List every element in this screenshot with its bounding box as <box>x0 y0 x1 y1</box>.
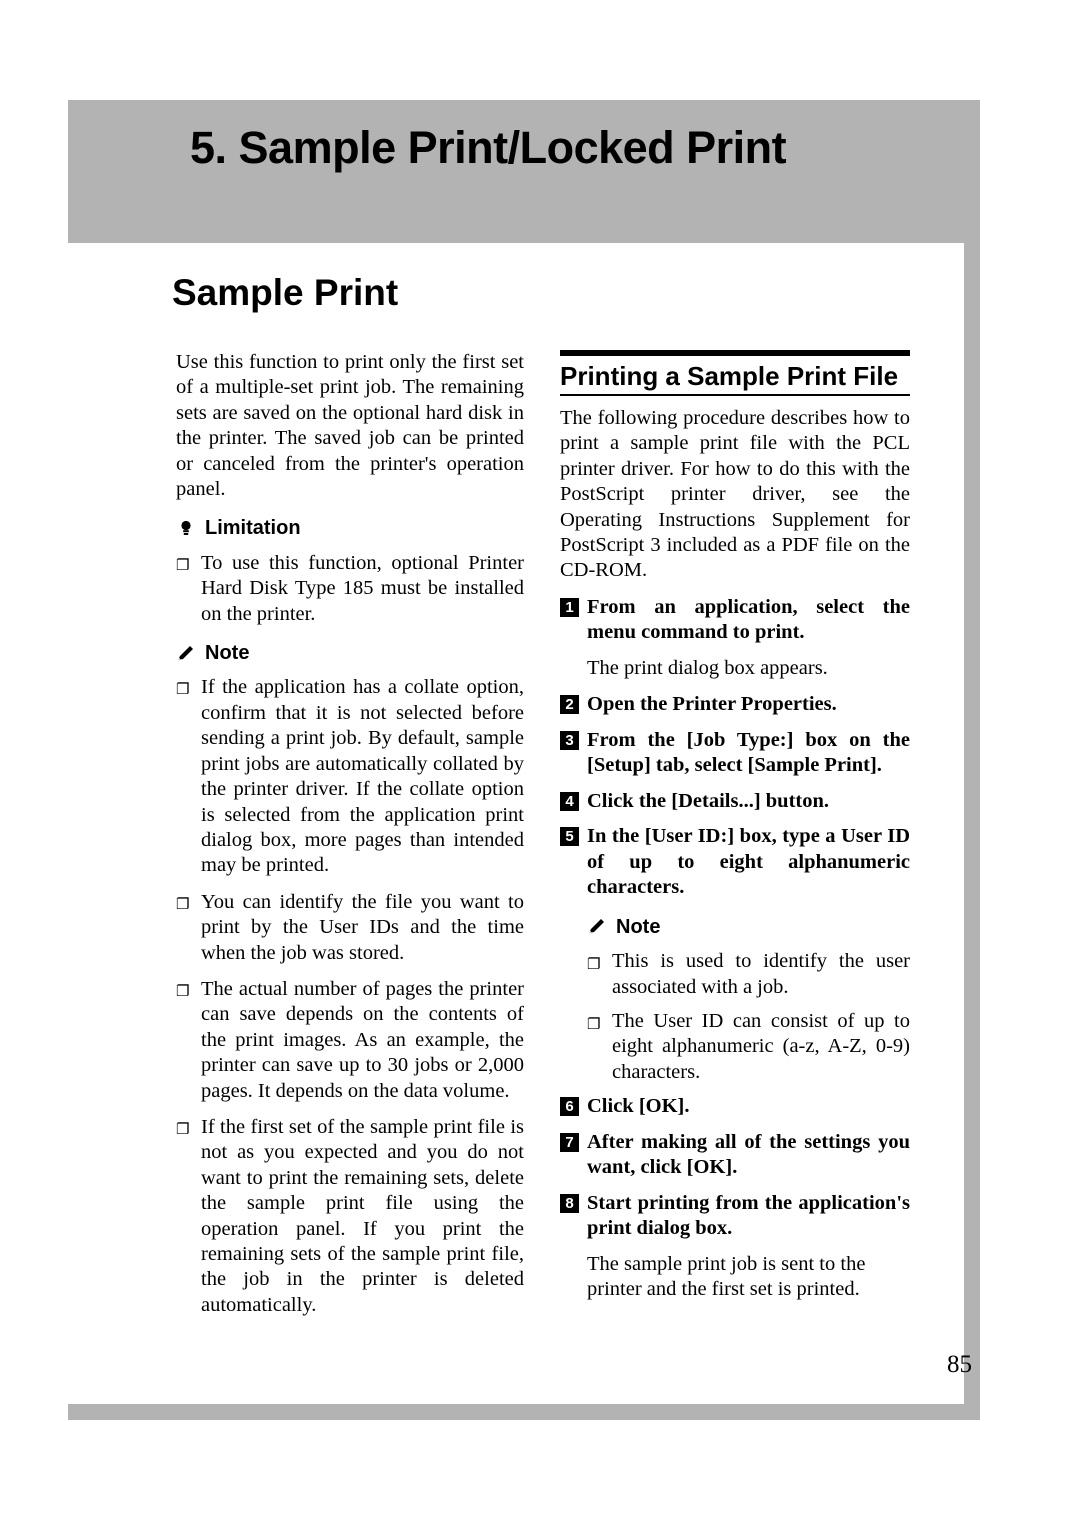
note-item-text: If the application has a collate option,… <box>201 676 524 877</box>
heading-rule-bottom <box>560 394 910 396</box>
bullet-square-icon: ❐ <box>176 981 190 1000</box>
step-result-text: The print dialog box appears. <box>587 656 828 679</box>
step-number: 3 <box>560 730 579 750</box>
bullet-square-icon: ❐ <box>587 955 601 974</box>
pencil-icon <box>176 644 196 664</box>
note-item: ❐ This is used to identify the user asso… <box>560 949 910 1000</box>
note-callout-header: Note <box>560 915 910 940</box>
note-item-text: This is used to identify the user associ… <box>612 950 910 998</box>
step-number: 2 <box>560 695 579 715</box>
limitation-item: ❐ To use this function, optional Printer… <box>176 551 524 627</box>
note-item: ❐ If the application has a collate optio… <box>176 675 524 878</box>
procedure-intro: The following procedure describes how to… <box>560 407 910 582</box>
note-item: ❐ If the first set of the sample print f… <box>176 1115 524 1318</box>
note-item-text: You can identify the file you want to pr… <box>201 890 524 964</box>
procedure-step: 4 Click the [Details...] button. <box>560 789 910 815</box>
left-column: Use this function to print only the firs… <box>176 350 524 1329</box>
limitation-item-text: To use this function, optional Printer H… <box>201 551 524 625</box>
procedure-step: 6 Click [OK]. <box>560 1094 910 1120</box>
procedure-step: 7 After making all of the settings you w… <box>560 1130 910 1181</box>
intro-paragraph: Use this function to print only the firs… <box>176 351 524 501</box>
limitation-callout-header: Limitation <box>176 516 524 541</box>
note-item: ❐ The User ID can consist of up to eight… <box>560 1009 910 1085</box>
section-title: Sample Print <box>172 272 399 313</box>
step-text: After making all of the settings you wan… <box>587 1130 910 1179</box>
procedure-step: 8 Start printing from the application's … <box>560 1191 910 1242</box>
procedure-step: 2 Open the Printer Properties. <box>560 692 910 718</box>
step-number: 8 <box>560 1193 579 1213</box>
subsection-heading: Printing a Sample Print File <box>560 361 899 391</box>
step-number: 7 <box>560 1132 579 1152</box>
step-result-text: The sample print job is sent to the prin… <box>587 1252 866 1301</box>
note-item-text: The User ID can consist of up to eight a… <box>612 1009 910 1083</box>
limitation-label: Limitation <box>205 517 301 540</box>
step-number: 6 <box>560 1097 579 1117</box>
step-number: 1 <box>560 597 579 617</box>
note-item-text: The actual number of pages the printer c… <box>201 977 524 1102</box>
document-page: 5. Sample Print/Locked Print Sample Prin… <box>0 0 1080 1528</box>
chapter-title: 5. Sample Print/Locked Print <box>190 122 787 173</box>
note-label: Note <box>205 642 250 665</box>
page-number: 85 <box>947 1351 972 1378</box>
step-text: In the [User ID:] box, type a User ID of… <box>587 825 910 899</box>
limitation-icon <box>176 519 196 539</box>
heading-rule-top <box>560 350 910 356</box>
step-text: Click the [Details...] button. <box>587 789 830 812</box>
bullet-square-icon: ❐ <box>176 1119 190 1138</box>
step-number: 5 <box>560 827 579 847</box>
step-number: 4 <box>560 791 579 811</box>
bullet-square-icon: ❐ <box>176 555 190 574</box>
procedure-step: 1 From an application, select the menu c… <box>560 595 910 646</box>
bullet-square-icon: ❐ <box>176 680 190 699</box>
note-item: ❐ The actual number of pages the printer… <box>176 977 524 1104</box>
step-text: Start printing from the application's pr… <box>587 1191 910 1240</box>
subsection-heading-block: Printing a Sample Print File <box>560 350 910 396</box>
procedure-step: 3 From the [Job Type:] box on the [Setup… <box>560 728 910 779</box>
step-text: From an application, select the menu com… <box>587 595 910 644</box>
note-label: Note <box>616 915 661 938</box>
step-text: From the [Job Type:] box on the [Setup] … <box>587 728 910 777</box>
step-text: Click [OK]. <box>587 1095 690 1118</box>
note-callout-header: Note <box>176 641 524 666</box>
step-text: Open the Printer Properties. <box>587 693 837 716</box>
right-column: Printing a Sample Print File The followi… <box>560 350 910 1314</box>
note-item-text: If the first set of the sample print fil… <box>201 1115 524 1316</box>
procedure-step: 5 In the [User ID:] box, type a User ID … <box>560 824 910 901</box>
note-item: ❐ You can identify the file you want to … <box>176 890 524 966</box>
pencil-icon <box>587 917 607 937</box>
bullet-square-icon: ❐ <box>587 1014 601 1033</box>
bullet-square-icon: ❐ <box>176 894 190 913</box>
